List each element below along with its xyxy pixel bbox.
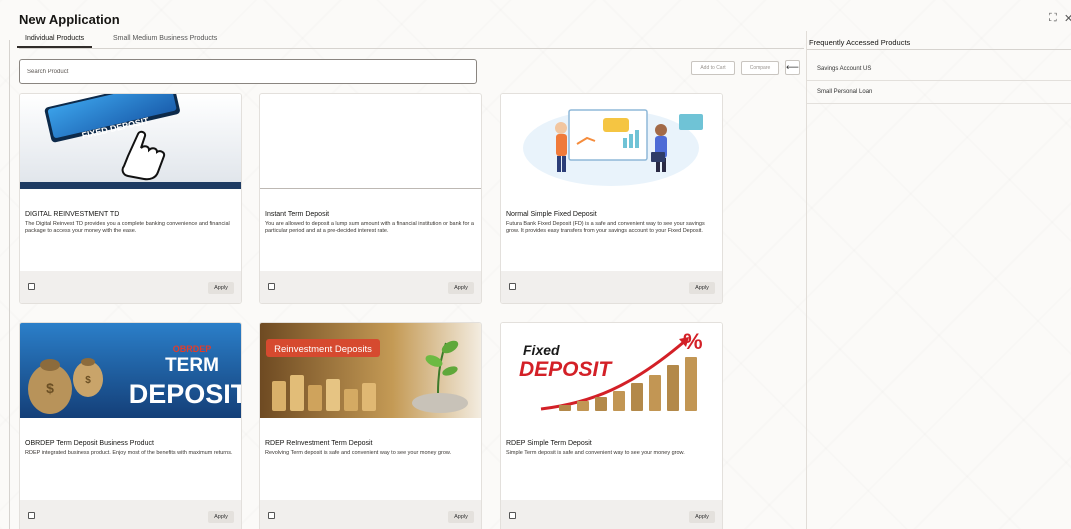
compare-checkbox[interactable] <box>509 512 516 519</box>
apply-button[interactable]: Apply <box>448 511 474 523</box>
term-deposit-banner-image: $ $ OBRDEP TERM DEPOSIT <box>20 323 241 418</box>
product-title: DIGITAL REINVESTMENT TD <box>25 211 120 218</box>
product-tabs: Individual Products Small Medium Busines… <box>16 31 804 49</box>
product-title: OBRDEP Term Deposit Business Product <box>25 440 154 447</box>
apply-button[interactable]: Apply <box>689 282 715 294</box>
product-description: Revolving Term deposit is safe and conve… <box>265 450 452 456</box>
compare-checkbox[interactable] <box>268 283 275 290</box>
fixed-deposit-keyboard-image: FIXED DEPOSIT <box>20 94 241 189</box>
image-caption-1: Fixed <box>523 342 560 358</box>
svg-text:$: $ <box>46 380 54 396</box>
close-icon[interactable]: ✕ <box>1064 12 1071 25</box>
page-title: New Application <box>19 12 120 27</box>
image-caption: Reinvestment Deposits <box>274 344 372 355</box>
frequent-item-savings-account-us[interactable]: Savings Account US <box>807 58 1071 81</box>
image-caption-2: DEPOSIT <box>519 358 613 381</box>
compare-checkbox[interactable] <box>28 512 35 519</box>
product-description: You are allowed to deposit a lump sum am… <box>265 221 474 234</box>
product-image: $ $ OBRDEP TERM DEPOSIT <box>20 323 241 418</box>
image-caption-1: OBRDEP <box>173 344 212 354</box>
add-to-cart-button[interactable]: Add to Cart <box>691 61 735 75</box>
presentation-illustration <box>501 94 722 189</box>
expand-icon[interactable]: ⛶ <box>1049 12 1057 25</box>
reinvestment-deposits-image: Reinvestment Deposits <box>260 323 481 418</box>
card-footer: Apply <box>501 500 722 529</box>
product-card-obrdep-term-deposit: $ $ OBRDEP TERM DEPOSIT OBRDEP Term Depo… <box>19 322 242 529</box>
product-card-rdep-simple-term-deposit: Fixed DEPOSIT % RDEP Simple Term Deposit… <box>500 322 723 529</box>
fixed-deposit-coins-image: Fixed DEPOSIT % <box>501 323 722 418</box>
product-image: Reinvestment Deposits <box>260 323 481 418</box>
product-card-instant-term-deposit: Instant Term Deposit You are allowed to … <box>259 93 482 304</box>
left-divider <box>9 40 10 529</box>
product-title: RDEP ReInvestment Term Deposit <box>265 440 373 447</box>
product-image: Fixed DEPOSIT % <box>501 323 722 418</box>
product-description: Simple Term deposit is safe and convenie… <box>506 450 685 456</box>
card-footer: Apply <box>260 271 481 303</box>
apply-button[interactable]: Apply <box>208 511 234 523</box>
product-title: Instant Term Deposit <box>265 211 330 218</box>
compare-button[interactable]: Compare <box>741 61 779 75</box>
product-image-placeholder <box>260 94 481 189</box>
card-footer: Apply <box>260 500 481 529</box>
search-input[interactable] <box>19 59 477 84</box>
card-footer: Apply <box>501 271 722 303</box>
product-card-rdep-reinvestment-term-deposit: Reinvestment Deposits RDEP ReInvestment … <box>259 322 482 529</box>
back-arrow-icon[interactable]: ⟵ <box>785 60 800 75</box>
frequently-accessed-panel: Frequently Accessed Products Savings Acc… <box>806 31 1071 529</box>
product-description: Futura Bank Fixed Deposit (FD) is a safe… <box>506 221 705 234</box>
apply-button[interactable]: Apply <box>448 282 474 294</box>
frequently-accessed-title: Frequently Accessed Products <box>809 38 911 47</box>
product-image: FIXED DEPOSIT <box>20 94 241 189</box>
card-footer: Apply <box>20 500 241 529</box>
product-image <box>501 94 722 189</box>
product-card-normal-simple-fixed-deposit: Normal Simple Fixed Deposit Futura Bank … <box>500 93 723 304</box>
card-footer: Apply <box>20 271 241 303</box>
image-caption-2: TERM <box>165 355 219 376</box>
panel-divider <box>807 49 1071 50</box>
product-title: Normal Simple Fixed Deposit <box>506 211 597 218</box>
svg-text:$: $ <box>85 375 91 386</box>
product-card-digital-reinvestment-td: FIXED DEPOSIT DIGITAL REINVESTMENT TD Th… <box>19 93 242 304</box>
tab-individual-products[interactable]: Individual Products <box>16 35 93 48</box>
apply-button[interactable]: Apply <box>208 282 234 294</box>
apply-button[interactable]: Apply <box>689 511 715 523</box>
product-description: The Digital Reinvest TD provides you a c… <box>25 221 230 234</box>
product-description: RDEP integrated business product. Enjoy … <box>25 450 233 456</box>
frequent-item-small-personal-loan[interactable]: Small Personal Loan <box>807 81 1071 104</box>
compare-checkbox[interactable] <box>509 283 516 290</box>
compare-checkbox[interactable] <box>268 512 275 519</box>
product-title: RDEP Simple Term Deposit <box>506 440 592 447</box>
compare-checkbox[interactable] <box>28 283 35 290</box>
image-caption-3: DEPOSIT <box>129 379 241 409</box>
tab-small-medium-business-products[interactable]: Small Medium Business Products <box>113 35 217 42</box>
